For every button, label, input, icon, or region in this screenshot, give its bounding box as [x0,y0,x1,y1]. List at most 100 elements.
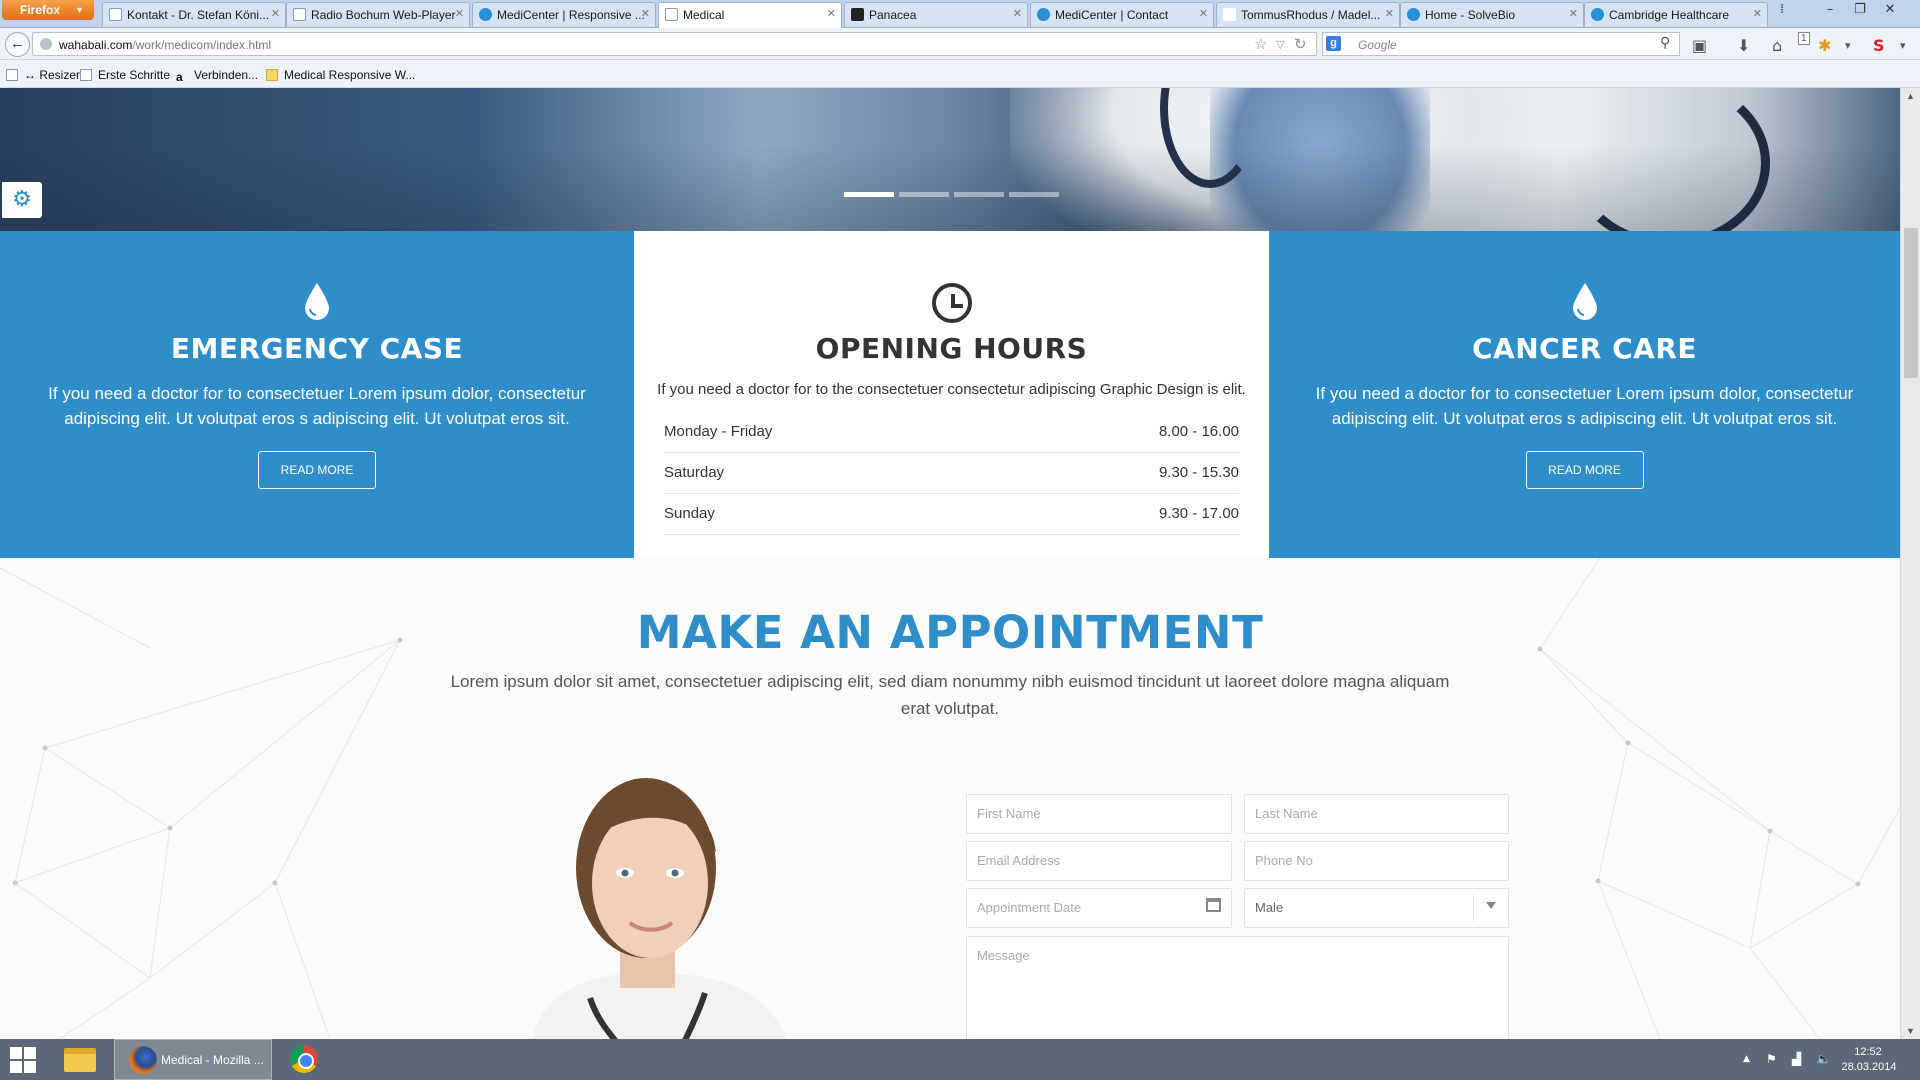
slider-dot-4[interactable] [1009,192,1059,197]
slider-dot-1[interactable] [844,192,894,197]
close-tab-icon[interactable]: ✕ [1385,7,1394,20]
bookmark-item[interactable]: a Verbinden... [176,68,258,84]
minimize-button[interactable]: – [1816,2,1844,20]
phone-input[interactable]: Phone No [1244,841,1509,881]
settings-gear-button[interactable]: ⚙ [2,182,42,218]
emergency-case-panel: EMERGENCY CASE If you need a doctor for … [0,231,634,558]
search-icon[interactable]: ⚲ [1660,35,1670,51]
hours-time: 9.30 - 17.00 [1158,505,1239,522]
close-tab-icon[interactable]: ✕ [1569,7,1578,20]
amazon-icon: a [176,70,183,84]
tab-1[interactable]: Kontakt - Dr. Stefan Köni... ✕ [102,2,286,27]
close-tab-icon[interactable]: ✕ [455,7,464,20]
bookmarks-menu-icon[interactable]: ▣ [1692,36,1707,55]
emergency-read-more-button[interactable]: READ MORE [258,451,376,489]
bookmark-item[interactable]: Erste Schritte [80,68,170,82]
close-tab-icon[interactable]: ✕ [1013,7,1022,20]
back-arrow-icon: ← [10,35,25,52]
first-name-input[interactable]: First Name [966,794,1232,834]
restore-button[interactable]: ❐ [1846,2,1874,20]
tab-label: Medical [683,8,725,22]
cancer-care-text: If you need a doctor for to consectetuer… [1315,384,1854,428]
opening-hours-title: OPENING HOURS [815,332,1088,365]
page-icon [293,8,306,21]
addon-dropdown-icon[interactable]: ▾ [1845,39,1851,52]
close-window-button[interactable]: ✕ [1876,2,1904,20]
url-bar[interactable]: wahabali.com/work/medicom/index.html [32,32,1317,56]
tab-label: Home - SolveBio [1425,8,1516,22]
message-textarea[interactable]: Message [966,936,1509,1039]
tray-date[interactable]: 28.03.2014 [1834,1061,1904,1073]
date-placeholder: Appointment Date [977,900,1082,915]
slider-dot-2[interactable] [899,192,949,197]
appointment-section: MAKE AN APPOINTMENT Lorem ipsum dolor si… [0,558,1900,1039]
tab-5[interactable]: Panacea ✕ [844,2,1028,27]
network-signal-icon[interactable]: ▟ [1792,1052,1801,1066]
volume-icon[interactable]: 🔈 [1816,1052,1831,1066]
close-tab-icon[interactable]: ✕ [1753,7,1762,20]
search-input[interactable]: Google [1322,32,1680,56]
menu-dropdown-icon[interactable]: ▾ [1900,39,1906,52]
taskbar-firefox-window[interactable]: Medical - Mozilla ... [114,1039,272,1080]
notification-badge[interactable]: 1 [1798,32,1810,45]
tab-2[interactable]: Radio Bochum Web-Player ✕ [286,2,470,27]
tab-8[interactable]: Home - SolveBio ✕ [1400,2,1584,27]
water-drop-icon [305,283,329,320]
close-tab-icon[interactable]: ✕ [827,7,836,20]
scrollbar-thumb[interactable] [1904,228,1918,378]
back-button[interactable]: ← [5,32,30,57]
windows-start-button[interactable] [10,1047,36,1073]
calendar-icon[interactable] [1206,898,1221,912]
hours-row: Sunday 9.30 - 17.00 [664,494,1239,535]
message-placeholder: Message [977,948,1030,963]
page-icon [80,69,92,81]
slider-dot-3[interactable] [954,192,1004,197]
download-icon[interactable]: ⬇ [1737,36,1750,55]
scroll-down-icon[interactable]: ▼ [1906,1026,1915,1036]
gender-select[interactable]: Male [1244,888,1509,928]
last-name-input[interactable]: Last Name [1244,794,1509,834]
google-search-engine-icon[interactable]: g [1326,36,1341,51]
home-icon[interactable]: ⌂ [1772,36,1782,55]
reload-icon[interactable]: ↻ [1294,35,1307,53]
cambridge-icon [1591,8,1604,21]
tab-6[interactable]: MediCenter | Contact ✕ [1030,2,1214,27]
tray-expand-icon[interactable]: ▲ [1743,1054,1750,1064]
firefox-menu-button[interactable]: Firefox ▼ [2,0,94,20]
email-input[interactable]: Email Address [966,841,1232,881]
scroll-up-icon[interactable]: ▲ [1906,91,1915,101]
close-tab-icon[interactable]: ✕ [1199,7,1208,20]
chrome-icon[interactable] [290,1045,318,1073]
hours-day: Saturday [664,464,725,481]
cancer-care-read-more-button[interactable]: READ MORE [1525,451,1644,489]
action-center-flag-icon[interactable]: ⚑ [1766,1052,1777,1066]
close-tab-icon[interactable]: ✕ [641,7,650,20]
water-drop-icon [1572,283,1597,320]
bookmark-item[interactable]: Medical Responsive W... [266,68,415,82]
firefox-icon [129,1046,157,1074]
hours-row: Saturday 9.30 - 15.30 [664,453,1239,494]
tab-4[interactable]: Medical ✕ [658,2,842,28]
tray-time[interactable]: 12:52 [1838,1046,1898,1058]
tab-label: MediCenter | Responsive ... [497,8,645,22]
tab-list-icon[interactable]: ⁞ [1768,2,1796,20]
bookmark-item[interactable]: ↔ Resizer [6,68,80,82]
hours-day: Monday - Friday [664,423,773,440]
close-tab-icon[interactable]: ✕ [271,7,280,20]
file-explorer-icon[interactable] [64,1048,96,1072]
appointment-text: Lorem ipsum dolor sit amet, consectetuer… [450,672,1450,718]
page-scrollbar[interactable]: ▲ ▼ [1900,88,1920,1039]
tab-7[interactable]: TommusRhodus / Madel... ✕ [1216,2,1400,27]
s-addon-icon[interactable]: S [1873,36,1885,55]
bookmark-star-icon[interactable]: ☆ [1254,35,1267,53]
opening-hours-panel: OPENING HOURS If you need a doctor for t… [634,231,1269,558]
appointment-date-input[interactable]: Appointment Date [966,888,1232,928]
tommus-icon [1223,8,1236,21]
history-dropdown-icon[interactable]: ▽ [1276,38,1284,51]
gender-selected-value: Male [1255,900,1284,915]
tab-9[interactable]: Cambridge Healthcare ✕ [1584,2,1768,27]
tab-3[interactable]: MediCenter | Responsive ... ✕ [472,2,656,27]
first-name-placeholder: First Name [977,806,1041,821]
addon-icon[interactable]: ✱ [1818,36,1831,55]
search-engine-glyph: g [1330,37,1337,49]
